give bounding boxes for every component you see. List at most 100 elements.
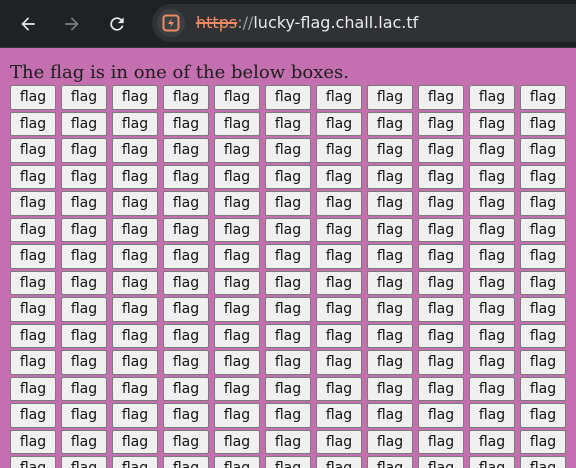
flag-button[interactable]: flag (520, 191, 566, 216)
flag-button[interactable]: flag (520, 164, 566, 189)
flag-button[interactable]: flag (163, 217, 209, 242)
flag-button[interactable]: flag (112, 429, 158, 454)
flag-button[interactable]: flag (469, 456, 515, 468)
flag-button[interactable]: flag (469, 376, 515, 401)
flag-button[interactable]: flag (316, 297, 362, 322)
flag-button[interactable]: flag (265, 244, 311, 269)
flag-button[interactable]: flag (316, 164, 362, 189)
flag-button[interactable]: flag (214, 270, 260, 295)
flag-button[interactable]: flag (10, 244, 56, 269)
flag-button[interactable]: flag (265, 350, 311, 375)
flag-button[interactable]: flag (367, 138, 413, 163)
flag-button[interactable]: flag (214, 429, 260, 454)
flag-button[interactable]: flag (367, 323, 413, 348)
flag-button[interactable]: flag (469, 244, 515, 269)
flag-button[interactable]: flag (418, 297, 464, 322)
flag-button[interactable]: flag (469, 403, 515, 428)
flag-button[interactable]: flag (469, 297, 515, 322)
flag-button[interactable]: flag (163, 350, 209, 375)
reload-button[interactable] (102, 9, 132, 39)
flag-button[interactable]: flag (112, 456, 158, 468)
flag-button[interactable]: flag (418, 350, 464, 375)
flag-button[interactable]: flag (520, 456, 566, 468)
address-bar[interactable]: https://lucky-flag.chall.lac.tf (152, 4, 576, 42)
flag-button[interactable]: flag (367, 429, 413, 454)
flag-button[interactable]: flag (61, 138, 107, 163)
flag-button[interactable]: flag (316, 244, 362, 269)
flag-button[interactable]: flag (418, 85, 464, 110)
flag-button[interactable]: flag (10, 297, 56, 322)
flag-button[interactable]: flag (112, 323, 158, 348)
flag-button[interactable]: flag (367, 191, 413, 216)
flag-button[interactable]: flag (112, 191, 158, 216)
flag-button[interactable]: flag (61, 111, 107, 136)
flag-button[interactable]: flag (418, 164, 464, 189)
flag-button[interactable]: flag (367, 244, 413, 269)
flag-button[interactable]: flag (265, 297, 311, 322)
flag-button[interactable]: flag (265, 429, 311, 454)
flag-button[interactable]: flag (367, 85, 413, 110)
flag-button[interactable]: flag (469, 270, 515, 295)
flag-button[interactable]: flag (163, 270, 209, 295)
flag-button[interactable]: flag (367, 456, 413, 468)
flag-button[interactable]: flag (418, 191, 464, 216)
flag-button[interactable]: flag (469, 111, 515, 136)
flag-button[interactable]: flag (163, 403, 209, 428)
flag-button[interactable]: flag (10, 323, 56, 348)
flag-button[interactable]: flag (214, 191, 260, 216)
flag-button[interactable]: flag (367, 297, 413, 322)
flag-button[interactable]: flag (469, 217, 515, 242)
flag-button[interactable]: flag (214, 85, 260, 110)
flag-button[interactable]: flag (10, 191, 56, 216)
flag-button[interactable]: flag (163, 191, 209, 216)
flag-button[interactable]: flag (520, 429, 566, 454)
flag-button[interactable]: flag (10, 164, 56, 189)
flag-button[interactable]: flag (316, 429, 362, 454)
flag-button[interactable]: flag (214, 297, 260, 322)
flag-button[interactable]: flag (214, 456, 260, 468)
flag-button[interactable]: flag (112, 217, 158, 242)
flag-button[interactable]: flag (469, 350, 515, 375)
flag-button[interactable]: flag (61, 270, 107, 295)
flag-button[interactable]: flag (520, 217, 566, 242)
flag-button[interactable]: flag (214, 138, 260, 163)
flag-button[interactable]: flag (520, 323, 566, 348)
flag-button[interactable]: flag (163, 297, 209, 322)
flag-button[interactable]: flag (61, 297, 107, 322)
flag-button[interactable]: flag (61, 403, 107, 428)
flag-button[interactable]: flag (61, 350, 107, 375)
flag-button[interactable]: flag (418, 456, 464, 468)
flag-button[interactable]: flag (367, 350, 413, 375)
flag-button[interactable]: flag (520, 350, 566, 375)
flag-button[interactable]: flag (163, 429, 209, 454)
flag-button[interactable]: flag (163, 138, 209, 163)
site-info-button[interactable] (157, 9, 185, 37)
flag-button[interactable]: flag (10, 429, 56, 454)
flag-button[interactable]: flag (10, 350, 56, 375)
flag-button[interactable]: flag (265, 164, 311, 189)
flag-button[interactable]: flag (112, 85, 158, 110)
flag-button[interactable]: flag (163, 323, 209, 348)
flag-button[interactable]: flag (520, 85, 566, 110)
flag-button[interactable]: flag (10, 138, 56, 163)
flag-button[interactable]: flag (265, 85, 311, 110)
flag-button[interactable]: flag (163, 456, 209, 468)
flag-button[interactable]: flag (163, 244, 209, 269)
flag-button[interactable]: flag (61, 164, 107, 189)
flag-button[interactable]: flag (61, 456, 107, 468)
flag-button[interactable]: flag (316, 376, 362, 401)
flag-button[interactable]: flag (265, 191, 311, 216)
flag-button[interactable]: flag (367, 111, 413, 136)
flag-button[interactable]: flag (418, 403, 464, 428)
url-text[interactable]: https://lucky-flag.chall.lac.tf (196, 13, 418, 33)
flag-button[interactable]: flag (10, 111, 56, 136)
flag-button[interactable]: flag (10, 85, 56, 110)
flag-button[interactable]: flag (265, 217, 311, 242)
flag-button[interactable]: flag (316, 191, 362, 216)
flag-button[interactable]: flag (214, 164, 260, 189)
flag-button[interactable]: flag (367, 217, 413, 242)
flag-button[interactable]: flag (418, 270, 464, 295)
flag-button[interactable]: flag (316, 350, 362, 375)
flag-button[interactable]: flag (265, 138, 311, 163)
flag-button[interactable]: flag (214, 376, 260, 401)
